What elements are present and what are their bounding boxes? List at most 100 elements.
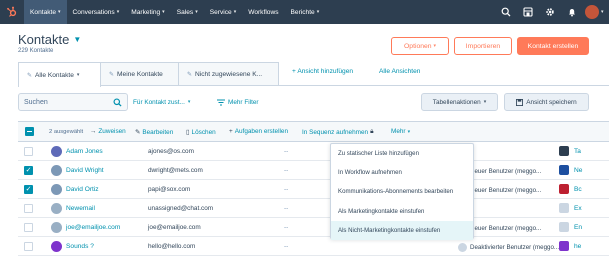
avatar xyxy=(51,222,62,233)
menu-item[interactable]: Zu statischer Liste hinzufügen xyxy=(331,144,473,163)
contact-name-link[interactable]: joe@emailjoe.com xyxy=(66,224,120,231)
contact-name-link[interactable]: Newemail xyxy=(66,205,95,212)
chevron-down-icon: ▾ xyxy=(195,9,198,15)
chevron-down-icon: ▾ xyxy=(433,43,436,49)
search-input[interactable]: Suchen xyxy=(18,93,128,111)
delete-button[interactable]: ▯ Löschen xyxy=(186,128,216,137)
contact-count: 229 Kontakte xyxy=(18,48,54,54)
company-link[interactable]: Bc xyxy=(574,186,582,193)
contact-owner: Deaktivierter Benutzer (meggo... xyxy=(458,243,559,252)
tab-unassigned-contacts[interactable]: ✎ Nicht zugewiesene K... xyxy=(178,62,279,86)
nav-item-conversations[interactable]: Conversations ▾ xyxy=(67,0,126,24)
save-icon xyxy=(516,98,524,106)
select-all-checkbox[interactable] xyxy=(25,127,34,136)
company-logo-icon xyxy=(559,165,569,175)
row-checkbox[interactable] xyxy=(24,204,33,213)
company-link[interactable]: Ta xyxy=(574,148,581,155)
search-icon[interactable] xyxy=(495,0,517,24)
nav-item-sales[interactable]: Sales ▾ xyxy=(171,0,204,24)
tab-my-contacts[interactable]: ✎ Meine Kontakte xyxy=(100,62,179,86)
table-row[interactable]: joe@emailjoe.com joe@emailjoe.com -- Neuer … xyxy=(18,218,609,237)
tab-all-contacts[interactable]: ✎ Alle Kontakte ▾ xyxy=(18,62,101,87)
contact-email: dwright@mets.com xyxy=(148,167,203,174)
phone-empty: -- xyxy=(284,148,289,155)
menu-item[interactable]: Kommunikations-Abonnements bearbeiten xyxy=(331,182,473,201)
chevron-down-icon: ▾ xyxy=(187,99,191,105)
pin-icon: ✎ xyxy=(187,72,193,78)
company-link[interactable]: he xyxy=(574,243,581,250)
nav-item-berichte[interactable]: Berichte ▾ xyxy=(285,0,326,24)
company-link[interactable]: Ne xyxy=(574,167,582,174)
company-link[interactable]: Ex xyxy=(574,205,582,212)
tabs-divider xyxy=(18,85,609,86)
selected-count: 2 ausgewählt xyxy=(49,129,84,135)
company-logo-icon xyxy=(559,203,569,213)
enroll-sequence-button[interactable]: In Sequenz aufnehmen 🔒︎ xyxy=(302,128,374,136)
search-icon xyxy=(113,97,122,107)
table-row[interactable]: ✓ David Ortiz papi@sox.com -- Neuer Benutzer… xyxy=(18,180,609,199)
company-logo-icon xyxy=(559,222,569,232)
pin-icon: ✎ xyxy=(109,72,115,78)
avatar xyxy=(585,5,599,19)
assign-button[interactable]: → Zuweisen xyxy=(90,128,126,135)
account-menu[interactable]: ▾ xyxy=(583,0,609,24)
more-filters-button[interactable]: Mehr Filter xyxy=(217,93,259,111)
contact-name-link[interactable]: Sounds ? xyxy=(66,243,94,250)
table-row[interactable]: Sounds ? hello@hello.com -- Deaktivierter B… xyxy=(18,237,609,256)
table-actions-button[interactable]: Tabellenaktionen ▾ xyxy=(421,93,498,111)
row-checkbox[interactable] xyxy=(24,147,33,156)
nav-item-workflows[interactable]: Workflows xyxy=(242,0,284,24)
more-actions-button[interactable]: Mehr ▾ xyxy=(391,128,410,135)
row-checkbox[interactable] xyxy=(24,223,33,232)
nav-item-service[interactable]: Service ▾ xyxy=(204,0,243,24)
create-contact-button[interactable]: Kontakt erstellen xyxy=(517,37,589,55)
notifications-icon[interactable] xyxy=(561,0,583,24)
contact-name-link[interactable]: David Ortiz xyxy=(66,186,99,193)
contact-owner-filter[interactable]: Für Kontakt zust... ▾ xyxy=(133,93,190,111)
create-tasks-button[interactable]: + Aufgaben erstellen xyxy=(229,128,288,135)
company-link[interactable]: En xyxy=(574,224,582,231)
menu-item[interactable]: Als Marketingkontakte einstufen xyxy=(331,202,473,221)
pencil-icon: ✎ xyxy=(135,129,141,136)
add-view-link[interactable]: + Ansicht hinzufügen xyxy=(292,68,353,75)
row-checkbox[interactable] xyxy=(24,242,33,251)
chevron-down-icon: ▾ xyxy=(58,9,61,15)
avatar xyxy=(51,241,62,252)
marketplace-icon[interactable] xyxy=(517,0,539,24)
lock-icon: 🔒︎ xyxy=(370,128,374,135)
options-button[interactable]: Optionen ▾ xyxy=(391,37,449,55)
table-row[interactable]: ✓ David Wright dwright@mets.com -- Neuer Ben… xyxy=(18,161,609,180)
chevron-down-icon: ▾ xyxy=(233,9,237,15)
settings-icon[interactable] xyxy=(539,0,561,24)
table-row[interactable]: Adam Jones ajones@os.com -- Ta xyxy=(18,142,609,161)
row-checkbox[interactable]: ✓ xyxy=(24,185,33,194)
contact-email: joe@emailjoe.com xyxy=(148,224,201,231)
nav-item-marketing[interactable]: Marketing ▾ xyxy=(125,0,170,24)
chevron-down-icon: ▾ xyxy=(116,9,120,15)
chevron-down-icon: ▾ xyxy=(316,9,320,15)
owner-avatar xyxy=(458,243,467,252)
arrow-right-icon: → xyxy=(90,128,97,135)
contact-name-link[interactable]: Adam Jones xyxy=(66,148,103,155)
contacts-table: Adam Jones ajones@os.com -- Ta ✓ David Wright… xyxy=(18,142,609,256)
company-logo-icon xyxy=(559,146,569,156)
hubspot-logo-icon[interactable] xyxy=(0,0,24,24)
filter-icon xyxy=(217,99,225,105)
page-title[interactable]: Kontakte ▼ xyxy=(18,32,81,47)
more-actions-menu: Zu statischer Liste hinzufügen In Workflo… xyxy=(330,143,474,240)
table-row[interactable]: Newemail unassigned@chat.com -- Ex xyxy=(18,199,609,218)
save-view-button[interactable]: Ansicht speichern xyxy=(504,93,589,111)
menu-item[interactable]: In Workflow aufnehmen xyxy=(331,163,473,182)
trash-icon: ▯ xyxy=(186,129,190,136)
phone-empty: -- xyxy=(284,243,289,250)
menu-item[interactable]: Als Nicht-Marketingkontakte einstufen xyxy=(331,220,473,240)
import-button[interactable]: Importieren xyxy=(454,37,512,55)
contact-name-link[interactable]: David Wright xyxy=(66,167,104,174)
edit-button[interactable]: ✎ Bearbeiten xyxy=(135,128,173,137)
chevron-down-icon: ▾ xyxy=(76,72,80,78)
all-views-link[interactable]: Alle Ansichten xyxy=(379,68,420,75)
row-checkbox[interactable]: ✓ xyxy=(24,166,33,175)
nav-item-kontakte[interactable]: Kontakte ▾ xyxy=(24,0,67,24)
contact-email: papi@sox.com xyxy=(148,186,191,193)
chevron-down-icon: ▾ xyxy=(483,99,487,105)
